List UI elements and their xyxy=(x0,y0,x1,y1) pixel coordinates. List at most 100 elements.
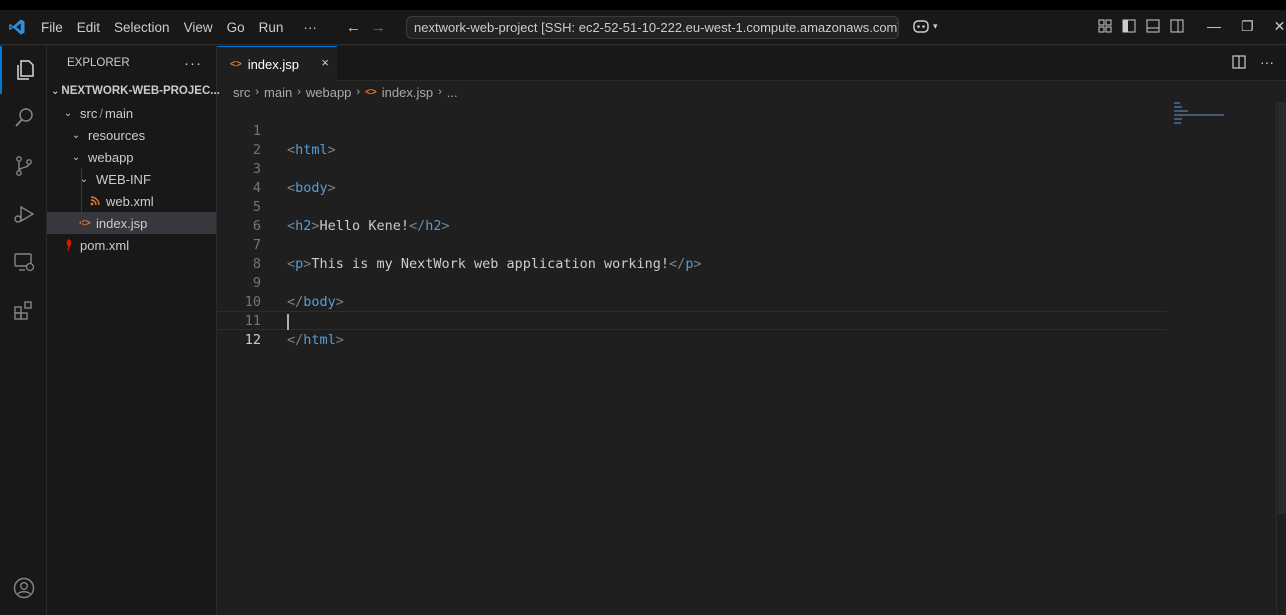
explorer-title: EXPLORER xyxy=(67,57,130,69)
explorer-activity-icon[interactable] xyxy=(0,46,47,94)
code-line: 4 xyxy=(217,160,1167,196)
line-content: </html> xyxy=(287,332,344,348)
tree-indent-guide xyxy=(81,168,82,234)
code-line: 1 <html> xyxy=(217,103,1167,158)
toggle-panel-icon[interactable] xyxy=(1146,19,1160,33)
tree-label: web.xml xyxy=(106,193,154,209)
editor-actions: ··· xyxy=(1232,55,1274,69)
customize-layout-icon[interactable] xyxy=(1098,19,1112,33)
code-line-current: 12 xyxy=(217,311,1167,348)
tree-folder-resources[interactable]: ⌄ resources xyxy=(47,124,216,146)
chevron-right-icon: › xyxy=(438,86,442,98)
tree-folder-src-main[interactable]: ⌄ src / main xyxy=(47,102,216,124)
tree-folder-web-inf[interactable]: ⌄ WEB-INF xyxy=(47,168,216,190)
breadcrumb-more[interactable]: ... xyxy=(447,85,458,100)
menu-bar: File Edit Selection View Go Run ··· xyxy=(34,10,324,45)
restore-icon[interactable]: ❐ xyxy=(1241,18,1254,35)
chevron-down-icon: ⌄ xyxy=(71,129,81,141)
rss-xml-file-icon xyxy=(87,196,103,206)
back-arrow-icon[interactable]: ← xyxy=(346,19,361,36)
editor-scrollbar[interactable] xyxy=(1276,102,1286,615)
chevron-down-icon: ⌄ xyxy=(79,173,89,185)
breadcrumb-main[interactable]: main xyxy=(264,85,292,100)
source-control-icon[interactable] xyxy=(0,142,47,190)
tree-folder-webapp[interactable]: ⌄ webapp xyxy=(47,146,216,168)
breadcrumb-file[interactable]: index.jsp xyxy=(382,85,433,100)
minimap[interactable] xyxy=(1174,102,1234,132)
navigation-arrows: ← → xyxy=(346,19,386,36)
close-window-icon[interactable]: ✕ xyxy=(1274,18,1286,35)
tree-file-index-jsp[interactable]: <> index.jsp xyxy=(47,212,216,234)
code-line: 11 </html> xyxy=(217,293,1167,348)
window-controls: — ❐ ✕ xyxy=(1207,18,1285,35)
layout-controls xyxy=(1098,19,1184,33)
explorer-more-actions[interactable]: ··· xyxy=(184,55,202,72)
extensions-icon[interactable] xyxy=(0,286,47,334)
code-file-icon: <> xyxy=(79,217,91,229)
minimize-icon[interactable]: — xyxy=(1207,18,1221,35)
tree-file-pom-xml[interactable]: pom.xml xyxy=(47,234,216,256)
code-editor[interactable]: 1 <html> 2 3 <body> 4 5 <h2>Hello Kene!<… xyxy=(217,102,1286,615)
more-actions-icon[interactable]: ··· xyxy=(1260,55,1274,69)
code-line: 6 xyxy=(217,198,1167,234)
activity-bar xyxy=(0,46,47,615)
code-line: 9 </body> xyxy=(217,255,1167,310)
tab-index-jsp[interactable]: <> index.jsp × xyxy=(217,46,337,81)
menu-edit[interactable]: Edit xyxy=(70,10,107,45)
tab-label: index.jsp xyxy=(247,56,299,72)
code-line: 10 xyxy=(217,274,1167,310)
close-tab-icon[interactable]: × xyxy=(321,55,329,70)
code-file-icon: <> xyxy=(230,58,242,70)
chevron-down-icon: ▾ xyxy=(933,20,938,31)
chevron-right-icon: › xyxy=(356,86,361,98)
tree-separator: / xyxy=(99,105,103,121)
toggle-secondary-sidebar-icon[interactable] xyxy=(1170,19,1184,33)
menu-selection[interactable]: Selection xyxy=(107,10,177,45)
copilot-button[interactable]: ▾ xyxy=(912,18,938,34)
command-center[interactable]: nextwork-web-project [SSH: ec2-52-51-10-… xyxy=(406,16,899,39)
tree-root-folder[interactable]: ⌄ NEXTWORK-WEB-PROJEC... xyxy=(47,80,220,102)
tree-label-src: src xyxy=(80,105,98,121)
chevron-right-icon: › xyxy=(255,86,260,98)
line-number: 12 xyxy=(244,332,261,348)
menu-file[interactable]: File xyxy=(34,10,70,45)
code-line: 7 <p>This is my NextWork web application… xyxy=(217,217,1167,272)
run-debug-icon[interactable] xyxy=(0,190,47,238)
copilot-icon xyxy=(913,20,929,33)
tree-label-main: main xyxy=(104,105,134,121)
tree-file-web-xml[interactable]: web.xml xyxy=(47,190,216,212)
tree-label: webapp xyxy=(88,149,134,165)
chevron-right-icon: › xyxy=(297,86,301,98)
forward-arrow-icon[interactable]: → xyxy=(371,19,386,36)
tree-label: pom.xml xyxy=(80,237,130,253)
menu-run[interactable]: Run xyxy=(252,10,291,45)
search-icon[interactable] xyxy=(0,94,47,142)
vscode-logo-icon xyxy=(0,18,34,36)
accounts-icon[interactable] xyxy=(0,564,47,612)
tree-label: index.jsp xyxy=(96,215,148,231)
menu-view[interactable]: View xyxy=(177,10,220,45)
os-top-strip xyxy=(0,0,1286,10)
toggle-primary-sidebar-icon[interactable] xyxy=(1122,19,1136,33)
code-line: 3 <body> xyxy=(217,141,1167,196)
editor-tab-bar: <> index.jsp × ··· xyxy=(217,46,1286,81)
text-cursor xyxy=(287,314,289,330)
command-center-text: nextwork-web-project [SSH: ec2-52-51-10-… xyxy=(414,20,899,35)
scrollbar-thumb[interactable] xyxy=(1278,102,1286,514)
remote-explorer-icon[interactable] xyxy=(0,238,47,286)
explorer-header: EXPLORER ··· xyxy=(47,46,216,80)
explorer-sidebar: EXPLORER ··· ⌄ NEXTWORK-WEB-PROJEC... ⌄ … xyxy=(47,46,220,615)
breadcrumb-src[interactable]: src xyxy=(233,85,250,100)
split-editor-icon[interactable] xyxy=(1232,55,1246,69)
code-line: 5 <h2>Hello Kene!</h2> xyxy=(217,179,1167,234)
menu-go[interactable]: Go xyxy=(220,10,252,45)
code-line: 2 xyxy=(217,122,1167,158)
menu-more[interactable]: ··· xyxy=(296,10,324,45)
chevron-down-icon: ⌄ xyxy=(63,107,73,119)
maven-file-icon xyxy=(61,239,77,251)
chevron-down-icon: ⌄ xyxy=(71,151,81,163)
breadcrumb-webapp[interactable]: webapp xyxy=(306,85,352,100)
tree-label: WEB-INF xyxy=(96,171,151,187)
code-line: 8 xyxy=(217,236,1167,272)
breadcrumb: src › main › webapp › <> index.jsp › ... xyxy=(233,82,458,102)
